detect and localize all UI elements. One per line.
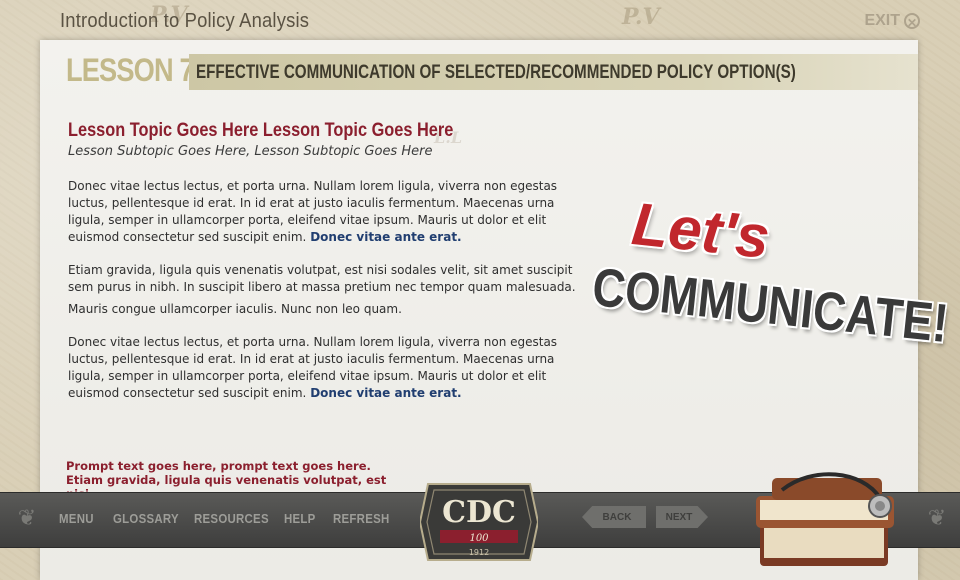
background-mark: P.V (622, 4, 660, 30)
logo-year: 1912 (469, 548, 489, 557)
paragraph-2: Etiam gravida, ligula quis venenatis vol… (68, 263, 576, 294)
paragraph-3: Mauris congue ullamcorper iaculis. Nunc … (68, 302, 402, 316)
exit-label: EXIT (864, 12, 900, 29)
logo-badge: 100 (469, 533, 489, 544)
lesson-title: EFFECTIVE COMMUNICATION OF SELECTED/RECO… (196, 62, 796, 83)
close-circle-icon: ✕ (904, 13, 920, 30)
exit-button[interactable]: EXIT ✕ (864, 12, 920, 30)
paragraph-4: Donec vitae lectus lectus, et porta urna… (68, 334, 588, 402)
lesson-subtopic: Lesson Subtopic Goes Here, Lesson Subtop… (68, 144, 433, 159)
help-button[interactable]: HELP (284, 511, 316, 526)
next-button[interactable]: NEXT (656, 506, 708, 528)
resources-button[interactable]: RESOURCES (194, 511, 269, 526)
ornament-icon: ❦ (927, 506, 947, 531)
lets-graphic-text: Let's (628, 189, 773, 272)
paragraph-link[interactable]: Donec vitae ante erat. (310, 386, 461, 400)
back-label: BACK (602, 511, 632, 523)
next-label: NEXT (665, 511, 693, 523)
ornament-icon: ❦ (17, 506, 37, 531)
back-button[interactable]: BACK (582, 506, 646, 528)
lesson-number: LESSON 7 (66, 52, 195, 88)
background-mark: L.L (434, 128, 463, 147)
books-stethoscope-image (756, 472, 894, 566)
menu-button[interactable]: MENU (59, 511, 94, 526)
cdc-logo: CDC 100 1912 (420, 483, 538, 561)
course-title: Introduction to Policy Analysis (60, 10, 310, 32)
logo-text: CDC (442, 495, 516, 530)
paragraph-1: Donec vitae lectus lectus, et porta urna… (68, 178, 588, 246)
lesson-topic: Lesson Topic Goes Here Lesson Topic Goes… (68, 120, 454, 141)
glossary-button[interactable]: GLOSSARY (113, 511, 179, 526)
refresh-button[interactable]: REFRESH (333, 511, 390, 526)
paragraph-link[interactable]: Donec vitae ante erat. (310, 230, 461, 244)
